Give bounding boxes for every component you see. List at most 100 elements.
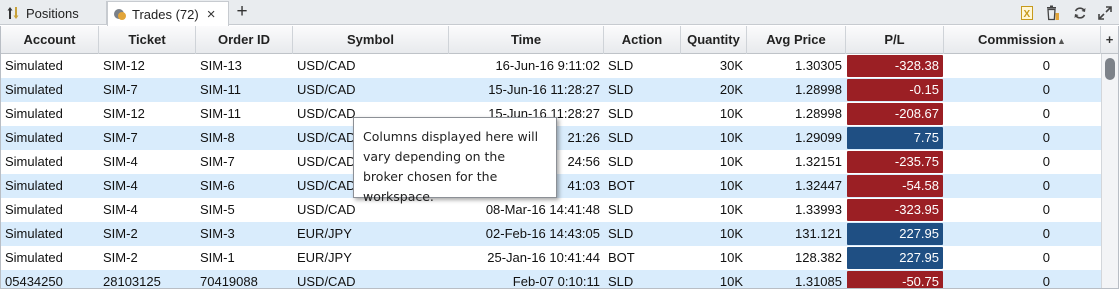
cell-action: SLD: [608, 106, 634, 121]
cell-time: 02-Feb-16 14:43:05: [485, 226, 600, 241]
cell-pl: 227.95: [847, 247, 943, 269]
tab-trades[interactable]: Trades (72) ×: [107, 1, 229, 26]
cell-order-id: SIM-11: [200, 82, 241, 97]
cell-account: Simulated: [5, 226, 63, 241]
column-header-order-id[interactable]: Order ID: [196, 26, 293, 54]
cell-action: BOT: [608, 178, 635, 193]
tab-positions[interactable]: Positions: [0, 1, 107, 25]
cell-commission: 0: [1042, 178, 1050, 193]
cell-order-id: SIM-8: [200, 130, 235, 145]
cell-avg-price: 1.28998: [795, 106, 842, 121]
column-header-label: Commission: [978, 32, 1057, 47]
cell-quantity: 10K: [719, 178, 743, 193]
cell-commission: 0: [1042, 82, 1050, 97]
column-header-time[interactable]: Time: [449, 26, 604, 54]
column-header-symbol[interactable]: Symbol: [293, 26, 449, 54]
cell-avg-price: 131.121: [795, 226, 842, 241]
columns-tooltip: Columns displayed here will vary dependi…: [353, 117, 557, 204]
cell-avg-price: 1.32447: [795, 178, 842, 193]
cell-avg-price: 128.382: [795, 250, 842, 265]
cell-ticket: SIM-12: [103, 106, 145, 121]
cell-pl: -323.95: [847, 199, 943, 221]
cell-ticket: SIM-7: [103, 130, 138, 145]
cell-ticket: SIM-2: [103, 250, 138, 265]
trash-icon[interactable]: [1044, 4, 1061, 21]
cell-commission: 0: [1042, 58, 1050, 73]
cell-action: SLD: [608, 154, 634, 169]
tab-bar: Positions Trades (72) × + X: [0, 0, 1119, 26]
cell-order-id: SIM-6: [200, 178, 235, 193]
cell-time: 25-Jan-16 10:41:44: [487, 250, 600, 265]
refresh-icon[interactable]: [1071, 4, 1088, 21]
cell-commission: 0: [1042, 106, 1050, 121]
cell-time: 16-Jun-16 9:11:02: [495, 58, 600, 73]
cell-pl: -328.38: [847, 55, 943, 77]
cell-commission: 0: [1042, 274, 1050, 289]
column-header-avg-price[interactable]: Avg Price: [747, 26, 846, 54]
cell-account: Simulated: [5, 58, 63, 73]
cell-quantity: 30K: [719, 58, 743, 73]
cell-order-id: SIM-13: [200, 58, 242, 73]
cell-quantity: 10K: [719, 226, 743, 241]
column-header-account[interactable]: Account: [1, 26, 99, 54]
svg-text:X: X: [1024, 9, 1031, 20]
cell-account: Simulated: [5, 202, 63, 217]
cell-symbol: USD/CAD: [297, 274, 356, 289]
cell-ticket: 28103125: [103, 274, 161, 289]
cell-time: Feb-07 0:10:11: [512, 274, 600, 289]
cell-order-id: SIM-1: [200, 250, 235, 265]
cell-action: SLD: [608, 58, 634, 73]
add-tab-button[interactable]: +: [232, 2, 252, 22]
cell-quantity: 10K: [719, 202, 743, 217]
export-excel-icon[interactable]: X: [1019, 4, 1036, 21]
column-header-commission[interactable]: Commission▲: [944, 26, 1101, 54]
table-row[interactable]: Simulated SIM-12 SIM-13 USD/CAD 16-Jun-16 9:…: [1, 54, 1101, 78]
tab-label: Trades (72): [132, 6, 199, 22]
cell-quantity: 10K: [719, 106, 743, 121]
expand-icon[interactable]: [1096, 4, 1113, 21]
column-header-quantity[interactable]: Quantity: [681, 26, 747, 54]
cell-pl: -0.15: [847, 79, 943, 101]
cell-account: Simulated: [5, 178, 63, 193]
column-header-action[interactable]: Action: [604, 26, 681, 54]
cell-account: Simulated: [5, 250, 63, 265]
close-icon[interactable]: ×: [207, 7, 216, 22]
table-row[interactable]: Simulated SIM-4 SIM-5 USD/CAD 08-Mar-16 14:4…: [1, 198, 1101, 222]
cell-action: SLD: [608, 226, 634, 241]
cell-ticket: SIM-4: [103, 202, 138, 217]
cell-avg-price: 1.32151: [795, 154, 842, 169]
table-row[interactable]: Simulated SIM-2 SIM-1 EUR/JPY 25-Jan-16 10:4…: [1, 246, 1101, 270]
column-header-ticket[interactable]: Ticket: [99, 26, 196, 54]
cell-account: Simulated: [5, 82, 63, 97]
table-row[interactable]: 05434250 28103125 70419088 USD/CAD Feb-07 0:…: [1, 270, 1101, 289]
scrollbar-thumb[interactable]: [1105, 58, 1115, 80]
cell-pl: 227.95: [847, 223, 943, 245]
vertical-scrollbar[interactable]: [1101, 54, 1118, 288]
cell-time: 15-Jun-16 11:28:27: [488, 82, 600, 97]
table-row[interactable]: Simulated SIM-7 SIM-11 USD/CAD 15-Jun-16 11:…: [1, 78, 1101, 102]
cell-avg-price: 1.31085: [795, 274, 842, 289]
cell-ticket: SIM-4: [103, 154, 138, 169]
cell-order-id: 70419088: [200, 274, 258, 289]
cell-order-id: SIM-7: [200, 154, 235, 169]
cell-action: BOT: [608, 250, 635, 265]
trades-grid: Account Ticket Order ID Symbol Time Acti…: [0, 26, 1119, 289]
cell-ticket: SIM-12: [103, 58, 145, 73]
cell-order-id: SIM-5: [200, 202, 235, 217]
cell-commission: 0: [1042, 130, 1050, 145]
cell-symbol: USD/CAD: [297, 82, 356, 97]
table-row[interactable]: Simulated SIM-2 SIM-3 EUR/JPY 02-Feb-16 14:4…: [1, 222, 1101, 246]
cell-commission: 0: [1042, 154, 1050, 169]
cell-order-id: SIM-11: [200, 106, 241, 121]
cell-symbol: USD/CAD: [297, 58, 356, 73]
cell-quantity: 10K: [719, 250, 743, 265]
column-header-pl[interactable]: P/L: [846, 26, 944, 54]
cell-avg-price: 1.28998: [795, 82, 842, 97]
cell-action: SLD: [608, 202, 634, 217]
cell-account: Simulated: [5, 130, 63, 145]
cell-order-id: SIM-3: [200, 226, 235, 241]
add-column-button[interactable]: +: [1101, 26, 1118, 54]
cell-ticket: SIM-2: [103, 226, 138, 241]
cell-quantity: 10K: [719, 154, 743, 169]
cell-account: Simulated: [5, 106, 63, 121]
